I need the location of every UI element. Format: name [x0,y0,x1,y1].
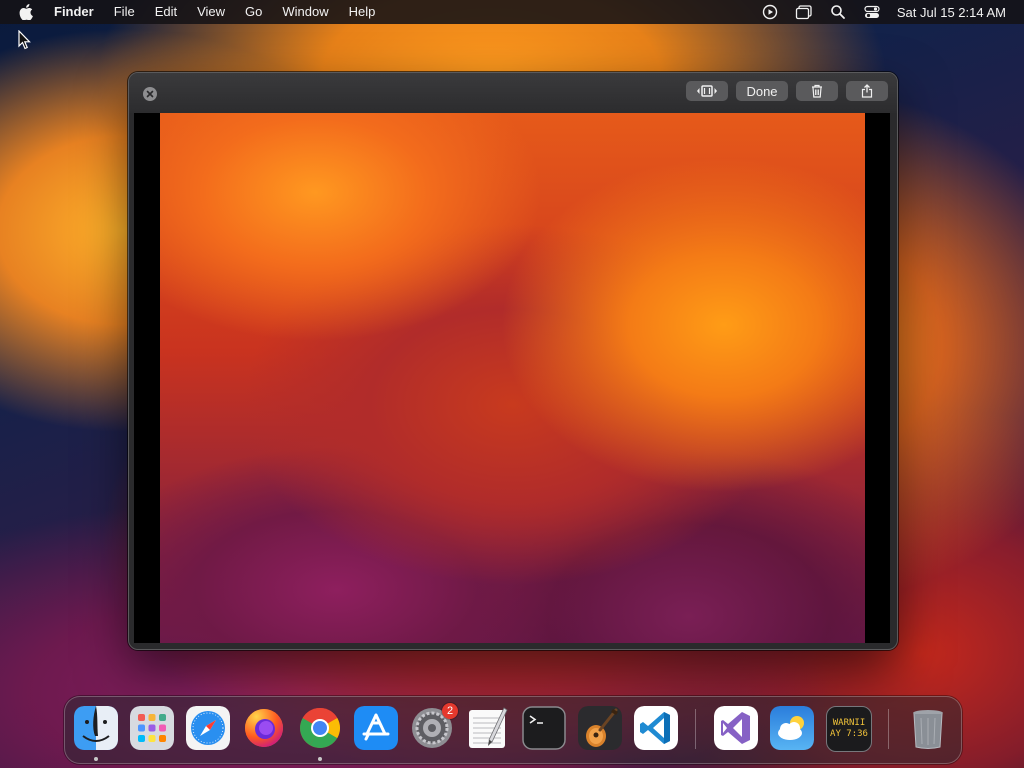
app-store-icon [354,706,398,750]
safari-icon [186,706,230,750]
apple-menu-icon[interactable] [18,4,34,20]
launchpad-icon [130,706,174,750]
terminal-icon [522,706,566,750]
preview-image [160,113,865,643]
console-icon: WARNII AY 7:36 [830,718,868,740]
mouse-cursor-icon [18,29,32,50]
menu-bar: Finder File Edit View Go Window Help Sat… [0,0,1024,24]
dock-chrome[interactable] [298,706,342,750]
menu-file[interactable]: File [104,0,145,24]
dock-weather[interactable] [770,706,814,750]
chrome-icon [300,708,340,748]
notification-badge: 2 [442,703,458,719]
dock-separator [888,709,889,749]
firefox-icon [245,709,283,747]
weather-icon [770,706,814,750]
dock: 2 WARNII AY 7:36 [64,696,962,764]
trash-icon [812,84,822,98]
vscode-icon [634,706,678,750]
quick-look-window: Done [128,72,898,650]
menu-window[interactable]: Window [272,0,338,24]
close-button[interactable] [143,87,157,101]
trim-icon [697,85,717,97]
menu-view[interactable]: View [187,0,235,24]
finder-icon [74,706,118,750]
console-text-line1: WARNII [832,718,866,728]
menu-help[interactable]: Help [339,0,386,24]
spotlight-search-icon[interactable] [829,4,847,20]
close-icon [146,90,154,98]
menu-finder[interactable]: Finder [44,0,104,24]
running-indicator [94,757,98,761]
running-indicator [318,757,322,761]
dock-visual-studio[interactable] [714,706,758,750]
quick-look-preview [134,113,890,643]
dock-firefox[interactable] [242,706,286,750]
quick-look-toolbar: Done [129,73,897,113]
dock-textedit[interactable] [466,706,510,750]
dock-vscode[interactable] [634,706,678,750]
dock-safari[interactable] [186,706,230,750]
control-center-icon[interactable] [863,4,881,20]
dock-garageband[interactable] [578,706,622,750]
trim-button[interactable] [686,81,728,101]
menu-edit[interactable]: Edit [145,0,187,24]
menu-bar-clock[interactable]: Sat Jul 15 2:14 AM [897,5,1006,20]
window-stack-icon[interactable] [795,4,813,20]
done-button[interactable]: Done [736,81,788,101]
trash-icon [913,710,943,749]
screen-recording-icon[interactable] [761,4,779,20]
visual-studio-icon [714,706,758,750]
console-text-line2: AY 7:36 [830,729,868,739]
menu-bar-status-area: Sat Jul 15 2:14 AM [753,0,1024,24]
share-icon [861,84,873,98]
dock-separator [695,709,696,749]
textedit-icon [469,707,508,748]
dock-console[interactable]: WARNII AY 7:36 [826,706,872,752]
garageband-icon [578,706,622,750]
dock-app-store[interactable] [354,706,398,750]
delete-button[interactable] [796,81,838,101]
menu-go[interactable]: Go [235,0,272,24]
dock-finder[interactable] [74,706,118,750]
share-button[interactable] [846,81,888,101]
dock-trash[interactable] [906,706,950,750]
dock-launchpad[interactable] [130,706,174,750]
dock-terminal[interactable] [522,706,566,750]
